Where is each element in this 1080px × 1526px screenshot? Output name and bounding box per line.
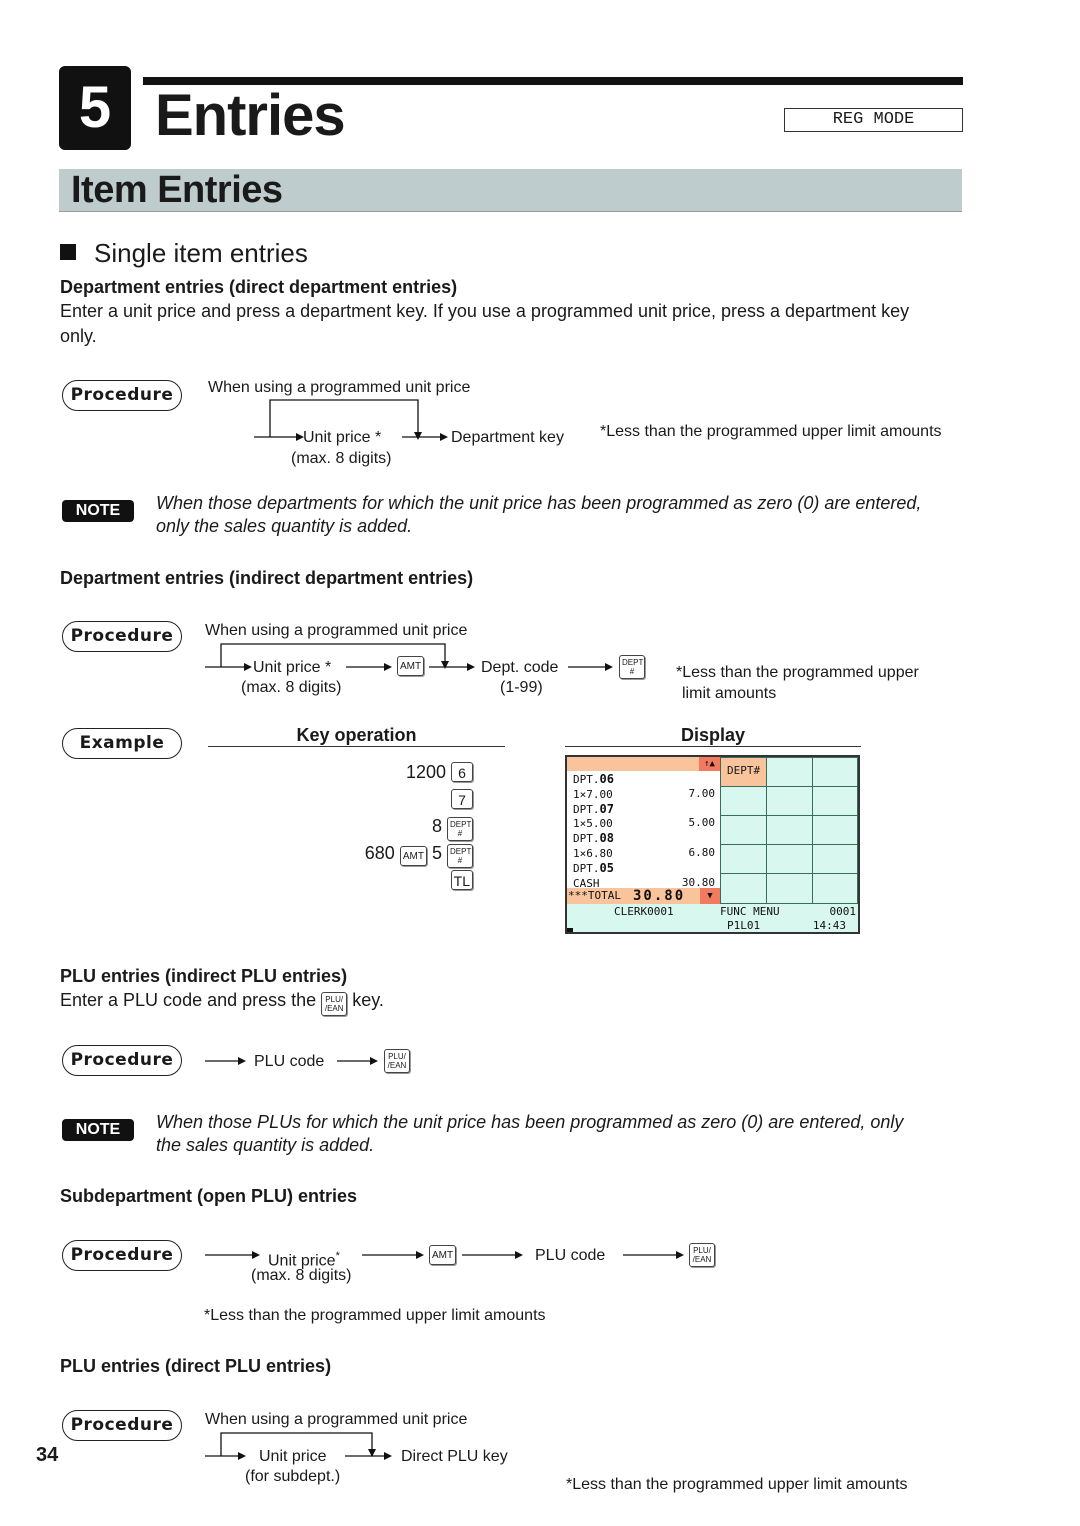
flow-arrows-direct-plu xyxy=(205,1432,392,1460)
page-number: 34 xyxy=(36,1444,59,1466)
flow-step-unit-price-sub: (for subdept.) xyxy=(245,1468,341,1485)
flow-step-direct-plu-key: Direct PLU key xyxy=(401,1448,508,1465)
footnote: *Less than the programmed upper limit am… xyxy=(566,1476,908,1493)
flow-step-unit-price: Unit price xyxy=(259,1448,327,1465)
